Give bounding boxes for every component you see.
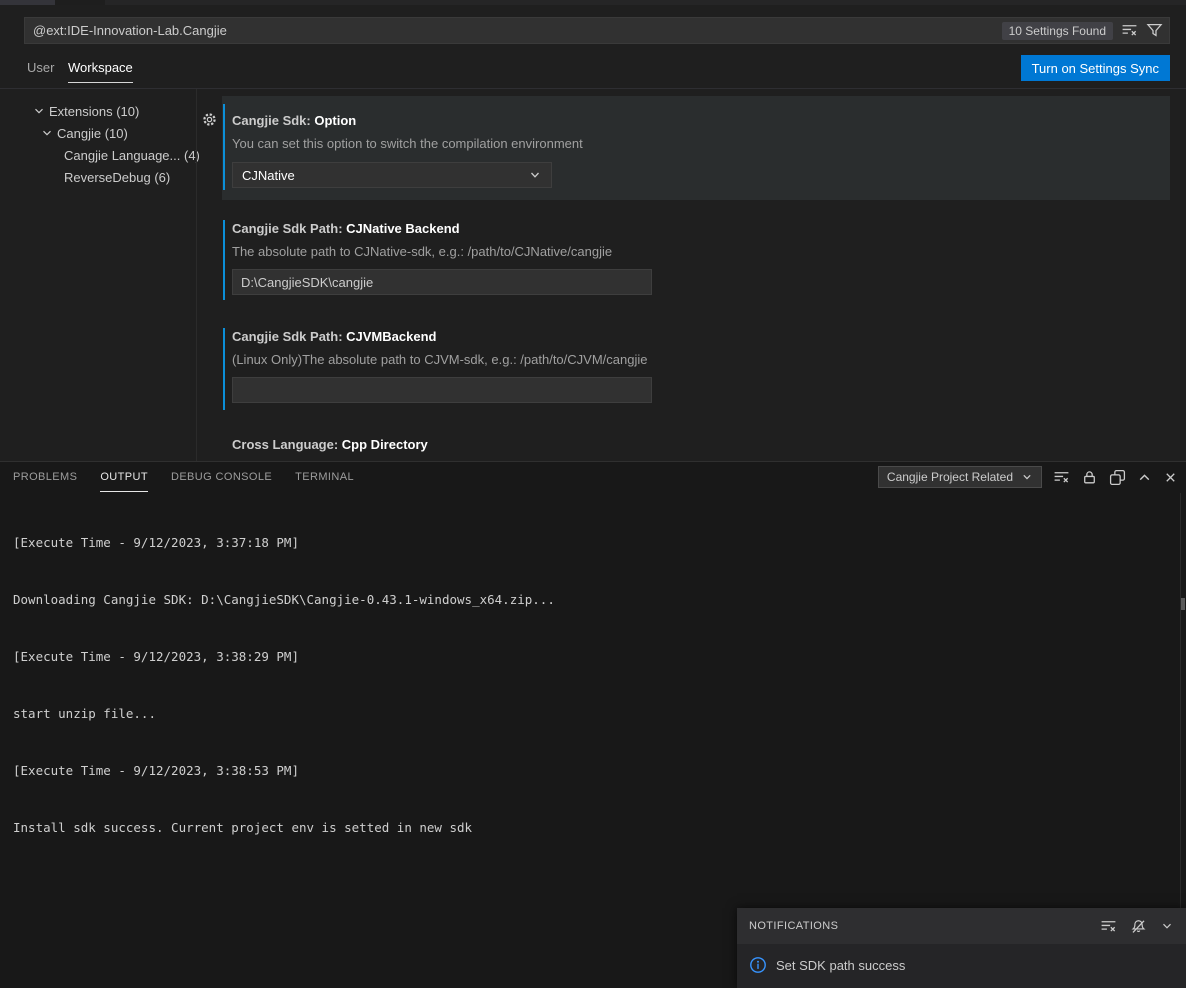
tree-item-label: ReverseDebug (6) [64, 170, 170, 185]
settings-search-box[interactable]: 10 Settings Found [24, 17, 1170, 44]
editor-tabstrip [0, 0, 1186, 5]
settings-search-input[interactable] [25, 18, 1002, 43]
gear-icon[interactable] [202, 112, 217, 127]
chevron-down-icon [528, 168, 542, 182]
editor-tab-active-partial [55, 0, 105, 5]
setting-category: Cangjie Sdk: [232, 113, 314, 128]
tab-debug-console[interactable]: DEBUG CONSOLE [171, 462, 272, 492]
panel-header: PROBLEMS OUTPUT DEBUG CONSOLE TERMINAL C… [0, 462, 1186, 492]
panel-scrollbar-thumb[interactable] [1181, 598, 1185, 610]
notifications-center: NOTIFICATIONS Set SDK path success [737, 908, 1186, 988]
tree-item-label: Cangjie (10) [57, 126, 128, 141]
do-not-disturb-bell-icon[interactable] [1130, 918, 1147, 935]
setting-title: Cangjie Sdk Path: CJVMBackend [232, 329, 436, 344]
setting-name: CJNative Backend [346, 221, 459, 236]
notifications-header: NOTIFICATIONS [737, 908, 1186, 944]
tree-item-cangjie-language[interactable]: Cangjie Language... (4) [64, 144, 200, 166]
editor-tab-partial [0, 0, 55, 5]
modified-indicator [223, 328, 225, 410]
setting-category: Cross Language: [232, 437, 342, 452]
setting-name: Option [314, 113, 356, 128]
output-line: start unzip file... [13, 704, 1166, 723]
clear-all-notifications-icon[interactable] [1100, 918, 1117, 935]
turn-on-settings-sync-button[interactable]: Turn on Settings Sync [1021, 55, 1170, 81]
collapse-notifications-chevron-icon[interactable] [1160, 919, 1174, 933]
sdk-path-cjnative-input[interactable] [232, 269, 652, 295]
setting-category: Cangjie Sdk Path: [232, 329, 346, 344]
filter-funnel-icon[interactable] [1146, 22, 1163, 39]
open-output-in-editor-icon[interactable] [1109, 469, 1126, 486]
setting-row-sdk-option[interactable]: Cangjie Sdk: Option You can set this opt… [222, 96, 1170, 200]
tab-output[interactable]: OUTPUT [100, 462, 148, 492]
select-value: CJNative [242, 168, 295, 183]
output-line: Downloading Cangjie SDK: D:\CangjieSDK\C… [13, 590, 1166, 609]
output-channel-select[interactable]: Cangjie Project Related [878, 466, 1042, 488]
setting-row-sdk-path-cjvm[interactable]: Cangjie Sdk Path: CJVMBackend (Linux Onl… [222, 320, 1170, 420]
settings-tree: Extensions (10) Cangjie (10) Cangjie Lan… [0, 89, 196, 460]
tree-item-reversedebug[interactable]: ReverseDebug (6) [64, 166, 170, 188]
settings-list: Cangjie Sdk: Option You can set this opt… [196, 89, 1186, 461]
modified-indicator [223, 220, 225, 300]
setting-name: CJVMBackend [346, 329, 436, 344]
chevron-down-icon [33, 105, 45, 117]
notification-item[interactable]: Set SDK path success [737, 944, 1186, 986]
sdk-option-select[interactable]: CJNative [232, 162, 552, 188]
lock-autoscroll-icon[interactable] [1081, 469, 1098, 486]
setting-row-cross-language[interactable]: Cross Language: Cpp Directory [222, 428, 1170, 461]
tree-item-label: Cangjie Language... (4) [64, 148, 200, 163]
setting-title: Cangjie Sdk Path: CJNative Backend [232, 221, 460, 236]
setting-row-sdk-path-cjnative[interactable]: Cangjie Sdk Path: CJNative Backend The a… [222, 212, 1170, 310]
info-icon [749, 956, 767, 974]
settings-count-badge: 10 Settings Found [1002, 22, 1113, 40]
tab-workspace-settings[interactable]: Workspace [68, 60, 133, 83]
tree-item-label: Extensions (10) [49, 104, 139, 119]
clear-search-filters-icon[interactable] [1121, 22, 1138, 39]
setting-description: (Linux Only)The absolute path to CJVM-sd… [232, 352, 647, 367]
tab-terminal[interactable]: TERMINAL [295, 462, 354, 492]
close-panel-icon[interactable] [1163, 470, 1178, 485]
notification-message: Set SDK path success [776, 958, 905, 973]
modified-indicator [223, 104, 225, 190]
sdk-path-cjvm-input[interactable] [232, 377, 652, 403]
output-line: Install sdk success. Current project env… [13, 818, 1166, 837]
output-line: [Execute Time - 9/12/2023, 3:37:18 PM] [13, 533, 1166, 552]
output-line: [Execute Time - 9/12/2023, 3:38:29 PM] [13, 647, 1166, 666]
tree-item-extensions[interactable]: Extensions (10) [33, 100, 139, 122]
clear-output-icon[interactable] [1053, 469, 1070, 486]
chevron-down-icon [1021, 471, 1033, 483]
output-channel-value: Cangjie Project Related [887, 470, 1013, 484]
notifications-title: NOTIFICATIONS [749, 920, 1100, 932]
chevron-down-icon [41, 127, 53, 139]
setting-name: Cpp Directory [342, 437, 428, 452]
output-log[interactable]: [Execute Time - 9/12/2023, 3:37:18 PM] D… [13, 495, 1166, 875]
setting-category: Cangjie Sdk Path: [232, 221, 346, 236]
maximize-panel-icon[interactable] [1137, 470, 1152, 485]
tab-user-settings[interactable]: User [27, 60, 54, 75]
setting-description: The absolute path to CJNative-sdk, e.g.:… [232, 244, 612, 259]
tree-item-cangjie[interactable]: Cangjie (10) [41, 122, 128, 144]
output-line: [Execute Time - 9/12/2023, 3:38:53 PM] [13, 761, 1166, 780]
setting-description: You can set this option to switch the co… [232, 136, 583, 151]
tab-problems[interactable]: PROBLEMS [13, 462, 77, 492]
vscode-window: 10 Settings Found User Workspace Turn on… [0, 0, 1186, 988]
setting-title: Cross Language: Cpp Directory [232, 437, 428, 452]
setting-title: Cangjie Sdk: Option [232, 113, 356, 128]
